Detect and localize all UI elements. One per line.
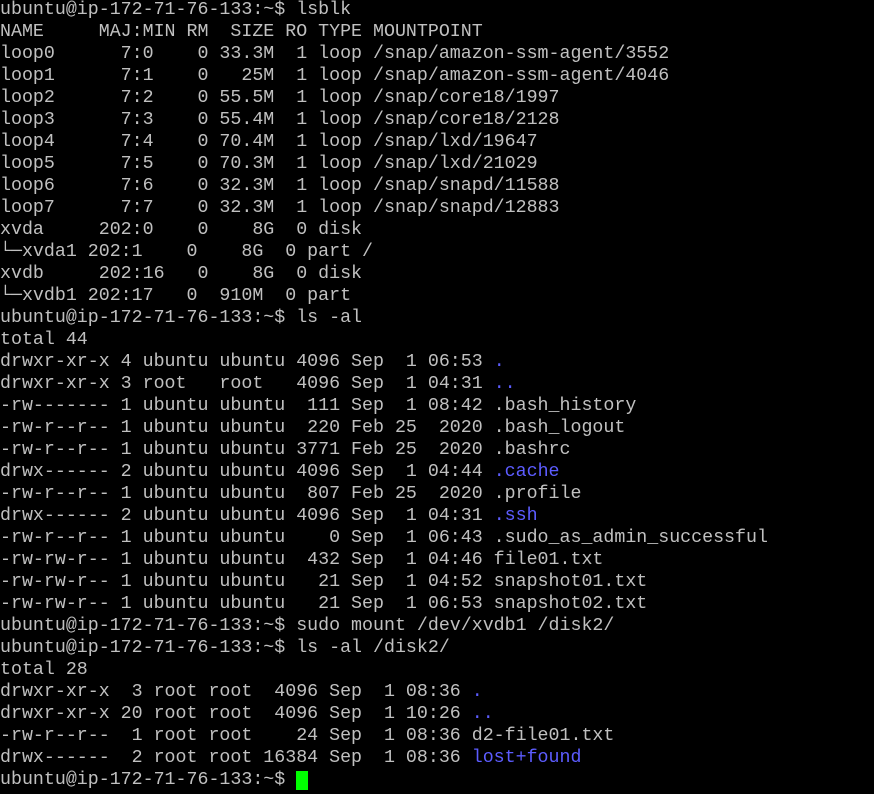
terminal-line: drwxr-xr-x 20 root root 4096 Sep 1 10:26… [0,703,874,725]
terminal-text: -rw-r--r-- 1 ubuntu ubuntu 807 Feb 25 20… [0,484,582,504]
terminal-line: ubuntu@ip-172-71-76-133:~$ ls -al /disk2… [0,637,874,659]
terminal-line: xvda 202:0 0 8G 0 disk [0,219,874,241]
terminal-line: ubuntu@ip-172-71-76-133:~$ ls -al [0,307,874,329]
terminal-line: └─xvdb1 202:17 0 910M 0 part [0,285,874,307]
terminal-text: -rw-rw-r-- 1 ubuntu ubuntu 21 Sep 1 04:5… [0,572,648,592]
terminal-text: loop2 7:2 0 55.5M 1 loop /snap/core18/19… [0,88,560,108]
terminal-line: loop1 7:1 0 25M 1 loop /snap/amazon-ssm-… [0,65,874,87]
terminal-text: drwx------ 2 ubuntu ubuntu 4096 Sep 1 04… [0,462,494,482]
terminal-text: NAME MAJ:MIN RM SIZE RO TYPE MOUNTPOINT [0,22,483,42]
terminal-text: ubuntu@ip-172-71-76-133:~$ sudo mount /d… [0,616,615,636]
terminal-text: ubuntu@ip-172-71-76-133:~$ [0,770,297,790]
terminal-text: -rw-r--r-- 1 ubuntu ubuntu 220 Feb 25 20… [0,418,626,438]
terminal-line: ubuntu@ip-172-71-76-133:~$ lsblk [0,0,874,21]
directory-name: .. [471,704,494,724]
terminal-line: loop4 7:4 0 70.4M 1 loop /snap/lxd/19647 [0,131,874,153]
terminal-line: total 44 [0,329,874,351]
terminal-text: loop1 7:1 0 25M 1 loop /snap/amazon-ssm-… [0,66,670,86]
terminal-text: xvdb 202:16 0 8G 0 disk [0,264,363,284]
terminal-line: -rw-r--r-- 1 ubuntu ubuntu 0 Sep 1 06:43… [0,527,874,549]
terminal-text: drwxr-xr-x 4 ubuntu ubuntu 4096 Sep 1 06… [0,352,494,372]
terminal-cursor [296,771,309,790]
terminal-line: loop3 7:3 0 55.4M 1 loop /snap/core18/21… [0,109,874,131]
terminal-window[interactable]: ubuntu@ip-172-71-76-133:~$ lsblk NAME MAJ… [0,0,874,794]
terminal-line: drwx------ 2 root root 16384 Sep 1 08:36… [0,747,874,769]
terminal-text: total 44 [0,330,88,350]
terminal-text: drwxr-xr-x 3 root root 4096 Sep 1 08:36 [0,682,472,702]
terminal-text: drwxr-xr-x 3 root root 4096 Sep 1 04:31 [0,374,494,394]
terminal-line: NAME MAJ:MIN RM SIZE RO TYPE MOUNTPOINT [0,21,874,43]
terminal-line: -rw-rw-r-- 1 ubuntu ubuntu 21 Sep 1 04:5… [0,571,874,593]
terminal-line: -rw-r--r-- 1 ubuntu ubuntu 807 Feb 25 20… [0,483,874,505]
terminal-line: ubuntu@ip-172-71-76-133:~$ sudo mount /d… [0,615,874,637]
terminal-line: xvdb 202:16 0 8G 0 disk [0,263,874,285]
directory-name: .ssh [493,506,538,526]
terminal-line: drwxr-xr-x 4 ubuntu ubuntu 4096 Sep 1 06… [0,351,874,373]
terminal-text: -rw-r--r-- 1 root root 24 Sep 1 08:36 d2… [0,726,615,746]
terminal-line: -rw-r--r-- 1 ubuntu ubuntu 3771 Feb 25 2… [0,439,874,461]
terminal-text: └─xvdb1 202:17 0 910M 0 part [0,286,352,306]
terminal-text: drwxr-xr-x 20 root root 4096 Sep 1 10:26 [0,704,472,724]
terminal-text: -rw-rw-r-- 1 ubuntu ubuntu 21 Sep 1 06:5… [0,594,648,614]
terminal-text: loop5 7:5 0 70.3M 1 loop /snap/lxd/21029 [0,154,538,174]
terminal-text: loop0 7:0 0 33.3M 1 loop /snap/amazon-ss… [0,44,670,64]
terminal-text: -rw-r--r-- 1 ubuntu ubuntu 0 Sep 1 06:43… [0,528,768,548]
terminal-text: drwx------ 2 ubuntu ubuntu 4096 Sep 1 04… [0,506,494,526]
terminal-text: ubuntu@ip-172-71-76-133:~$ ls -al [0,308,363,328]
terminal-line: ubuntu@ip-172-71-76-133:~$ [0,769,874,791]
terminal-text: xvda 202:0 0 8G 0 disk [0,220,363,240]
terminal-line: loop2 7:2 0 55.5M 1 loop /snap/core18/19… [0,87,874,109]
terminal-text: ubuntu@ip-172-71-76-133:~$ ls -al /disk2… [0,638,450,658]
terminal-line: -rw-rw-r-- 1 ubuntu ubuntu 21 Sep 1 06:5… [0,593,874,615]
terminal-line: -rw-r--r-- 1 ubuntu ubuntu 220 Feb 25 20… [0,417,874,439]
directory-name: lost+found [471,748,582,768]
directory-name: . [493,352,505,372]
terminal-line: drwxr-xr-x 3 root root 4096 Sep 1 08:36 … [0,681,874,703]
terminal-text: loop6 7:6 0 32.3M 1 loop /snap/snapd/115… [0,176,560,196]
directory-name: . [471,682,483,702]
terminal-text: └─xvda1 202:1 0 8G 0 part / [0,242,373,262]
terminal-text: loop3 7:3 0 55.4M 1 loop /snap/core18/21… [0,110,560,130]
terminal-line: loop5 7:5 0 70.3M 1 loop /snap/lxd/21029 [0,153,874,175]
terminal-text: loop7 7:7 0 32.3M 1 loop /snap/snapd/128… [0,198,560,218]
terminal-text: ubuntu@ip-172-71-76-133:~$ lsblk [0,0,352,20]
terminal-text: loop4 7:4 0 70.4M 1 loop /snap/lxd/19647 [0,132,538,152]
terminal-line: loop6 7:6 0 32.3M 1 loop /snap/snapd/115… [0,175,874,197]
directory-name: .cache [493,462,560,482]
terminal-line: drwxr-xr-x 3 root root 4096 Sep 1 04:31 … [0,373,874,395]
terminal-line: loop0 7:0 0 33.3M 1 loop /snap/amazon-ss… [0,43,874,65]
terminal-text: -rw-rw-r-- 1 ubuntu ubuntu 432 Sep 1 04:… [0,550,604,570]
terminal-line: drwx------ 2 ubuntu ubuntu 4096 Sep 1 04… [0,505,874,527]
terminal-line: drwx------ 2 ubuntu ubuntu 4096 Sep 1 04… [0,461,874,483]
directory-name: .. [493,374,516,394]
terminal-text: -rw------- 1 ubuntu ubuntu 111 Sep 1 08:… [0,396,637,416]
terminal-line: loop7 7:7 0 32.3M 1 loop /snap/snapd/128… [0,197,874,219]
terminal-line: -rw-rw-r-- 1 ubuntu ubuntu 432 Sep 1 04:… [0,549,874,571]
terminal-line: total 28 [0,659,874,681]
terminal-text: -rw-r--r-- 1 ubuntu ubuntu 3771 Feb 25 2… [0,440,571,460]
terminal-line: └─xvda1 202:1 0 8G 0 part / [0,241,874,263]
terminal-line: -rw-r--r-- 1 root root 24 Sep 1 08:36 d2… [0,725,874,747]
terminal-text: drwx------ 2 root root 16384 Sep 1 08:36 [0,748,472,768]
terminal-line: -rw------- 1 ubuntu ubuntu 111 Sep 1 08:… [0,395,874,417]
terminal-text: total 28 [0,660,88,680]
